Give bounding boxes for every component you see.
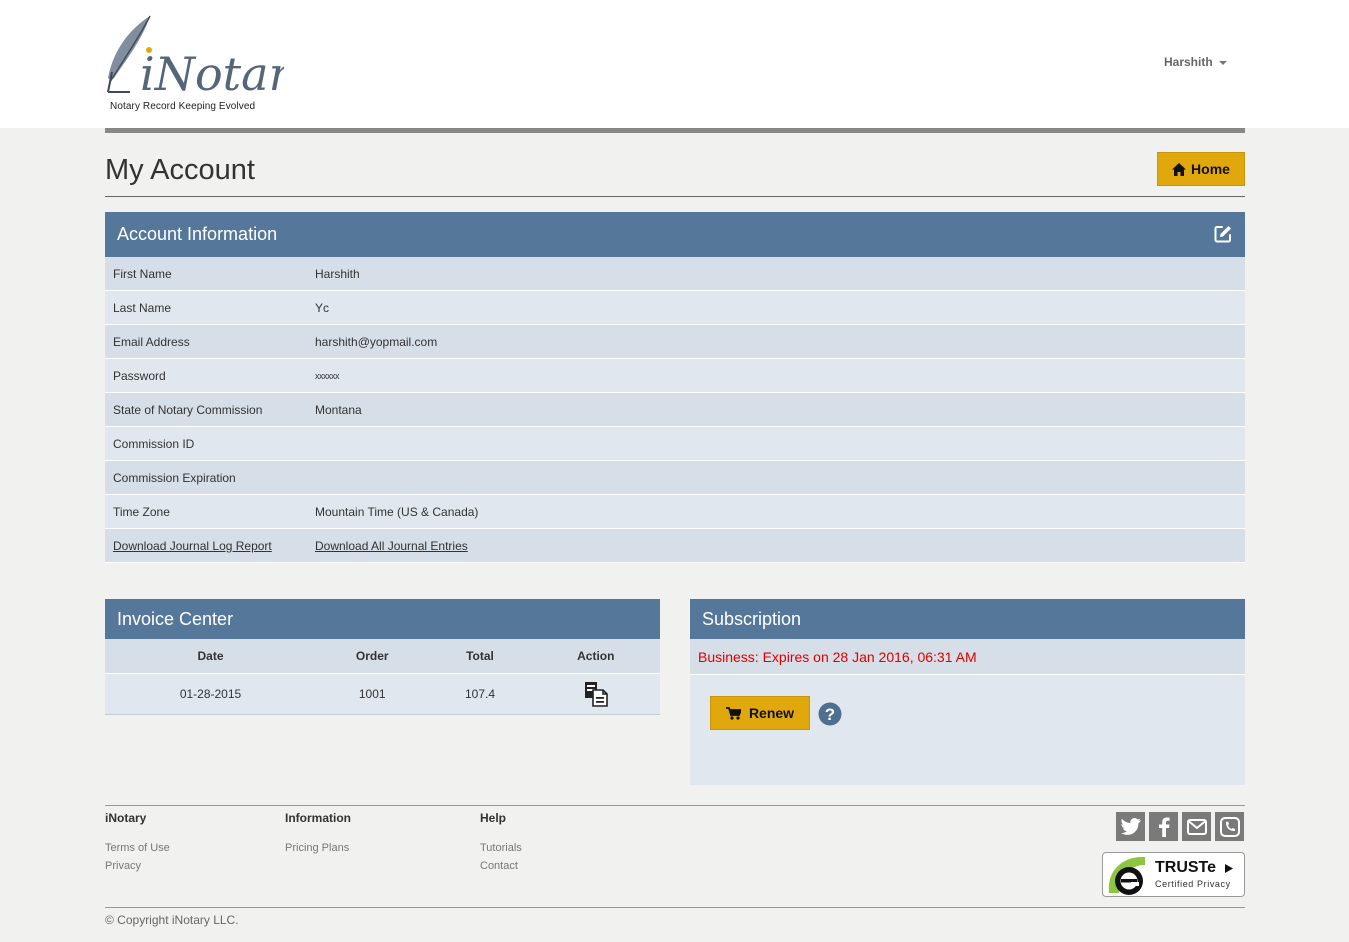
renew-button[interactable]: Renew bbox=[710, 696, 810, 730]
footer-divider-bottom bbox=[105, 907, 1245, 908]
account-row-last-name: Last Name Yc bbox=[105, 291, 1245, 325]
page-title: My Account bbox=[105, 154, 255, 186]
help-icon[interactable]: ? bbox=[818, 702, 842, 726]
truste-title: TRUSTe bbox=[1155, 859, 1217, 876]
footer-link-contact[interactable]: Contact bbox=[480, 857, 522, 875]
row-label: Commission ID bbox=[113, 436, 195, 451]
header-divider bbox=[105, 128, 1245, 133]
title-divider bbox=[105, 196, 1245, 197]
footer-column-title: Help bbox=[480, 811, 507, 825]
subscription-status: Business: Expires on 28 Jan 2016, 06:31 … bbox=[690, 639, 1245, 675]
facebook-icon[interactable] bbox=[1149, 812, 1178, 841]
account-information-header: Account Information bbox=[105, 212, 1245, 257]
footer-column-title: iNotary bbox=[105, 811, 147, 825]
logo-wordmark: iNotary bbox=[140, 47, 284, 101]
home-button[interactable]: Home bbox=[1157, 152, 1245, 186]
user-name: Harshith bbox=[1164, 55, 1213, 69]
row-label: First Name bbox=[113, 266, 172, 281]
account-information-panel: Account Information First Name Harshith … bbox=[105, 212, 1245, 563]
account-row-time-zone: Time Zone Mountain Time (US & Canada) bbox=[105, 495, 1245, 529]
footer-column-information: Information Pricing Plans bbox=[285, 811, 351, 857]
column-header-action: Action bbox=[531, 639, 660, 674]
subscription-panel: Subscription Business: Expires on 28 Jan… bbox=[690, 599, 1245, 785]
table-row: 01-28-2015 1001 107.4 bbox=[105, 673, 660, 715]
account-details-list: First Name Harshith Last Name Yc Email A… bbox=[105, 257, 1245, 563]
invoice-center-header: Invoice Center bbox=[105, 599, 660, 639]
phone-icon[interactable] bbox=[1215, 812, 1244, 841]
invoice-download-icon[interactable] bbox=[583, 681, 609, 707]
caret-down-icon bbox=[1218, 60, 1227, 65]
edit-icon[interactable] bbox=[1213, 224, 1233, 244]
row-label: Email Address bbox=[113, 334, 190, 349]
invoice-center-title: Invoice Center bbox=[117, 608, 234, 629]
column-header-order: Order bbox=[316, 639, 429, 674]
row-value: Harshith bbox=[315, 266, 360, 281]
footer-column-help: Help Tutorials Contact bbox=[480, 811, 522, 875]
svg-text:?: ? bbox=[825, 705, 835, 724]
account-row-state: State of Notary Commission Montana bbox=[105, 393, 1245, 427]
footer-link-pricing[interactable]: Pricing Plans bbox=[285, 839, 351, 857]
twitter-icon[interactable] bbox=[1116, 812, 1145, 841]
row-label: State of Notary Commission bbox=[113, 402, 263, 417]
row-label: Time Zone bbox=[113, 504, 170, 519]
copyright-text: © Copyright iNotary LLC. bbox=[105, 913, 239, 927]
download-all-journal-entries-link[interactable]: Download All Journal Entries bbox=[315, 539, 468, 553]
subscription-title: Subscription bbox=[702, 608, 802, 629]
account-row-password: Password xxxxxx bbox=[105, 359, 1245, 393]
footer-divider-top bbox=[105, 805, 1245, 806]
home-button-label: Home bbox=[1191, 161, 1230, 177]
footer-link-privacy[interactable]: Privacy bbox=[105, 857, 170, 875]
top-header: iNotary Notary Record Keeping Evolved Ha… bbox=[0, 0, 1349, 128]
row-label: Password bbox=[113, 368, 166, 383]
account-information-title: Account Information bbox=[117, 224, 278, 244]
subscription-header: Subscription bbox=[690, 599, 1245, 639]
email-icon[interactable] bbox=[1182, 812, 1211, 841]
row-value: Montana bbox=[315, 402, 362, 417]
user-menu-dropdown[interactable]: Harshith bbox=[1164, 55, 1227, 69]
logo-tagline: Notary Record Keeping Evolved bbox=[110, 101, 256, 112]
row-value: xxxxxx bbox=[315, 370, 340, 381]
footer-column-title: Information bbox=[285, 811, 351, 825]
column-header-total: Total bbox=[428, 639, 532, 674]
invoice-action-cell bbox=[531, 673, 660, 715]
account-row-first-name: First Name Harshith bbox=[105, 257, 1245, 291]
account-row-email: Email Address harshith@yopmail.com bbox=[105, 325, 1245, 359]
column-header-date: Date bbox=[105, 639, 317, 674]
row-label: Commission Expiration bbox=[113, 470, 236, 485]
truste-logo-icon bbox=[1108, 857, 1145, 895]
renew-button-label: Renew bbox=[748, 705, 795, 721]
truste-seal[interactable]: TRUSTe Certified Privacy bbox=[1102, 852, 1245, 897]
account-row-downloads: Download Journal Log Report Download All… bbox=[105, 529, 1245, 563]
truste-subtitle: Certified Privacy bbox=[1155, 879, 1231, 889]
footer-column-inotary: iNotary Terms of Use Privacy bbox=[105, 811, 170, 875]
invoice-table: Date Order Total Action 01-28-2015 1001 … bbox=[105, 639, 660, 715]
cart-icon bbox=[725, 706, 741, 720]
social-links bbox=[1116, 812, 1244, 841]
footer-link-terms[interactable]: Terms of Use bbox=[105, 839, 170, 857]
row-value: harshith@yopmail.com bbox=[315, 334, 438, 349]
invoice-table-header: Date Order Total Action bbox=[105, 639, 660, 674]
play-arrow-icon bbox=[1225, 864, 1233, 873]
inotary-logo[interactable]: iNotary Notary Record Keeping Evolved bbox=[104, 12, 284, 116]
row-value: Mountain Time (US & Canada) bbox=[315, 504, 479, 519]
feather-logo-graphic: iNotary bbox=[107, 15, 284, 101]
invoice-center-panel: Invoice Center Date Order Total Action 0… bbox=[105, 599, 660, 715]
account-row-commission-expiration: Commission Expiration bbox=[105, 461, 1245, 495]
invoice-date: 01-28-2015 bbox=[105, 673, 317, 715]
download-journal-log-report-link[interactable]: Download Journal Log Report bbox=[113, 539, 272, 553]
footer-link-tutorials[interactable]: Tutorials bbox=[480, 839, 522, 857]
home-icon bbox=[1172, 162, 1187, 176]
invoice-order: 1001 bbox=[316, 673, 429, 715]
row-value: Yc bbox=[315, 300, 330, 315]
account-row-commission-id: Commission ID bbox=[105, 427, 1245, 461]
row-label: Last Name bbox=[113, 300, 172, 315]
invoice-total: 107.4 bbox=[428, 673, 532, 715]
